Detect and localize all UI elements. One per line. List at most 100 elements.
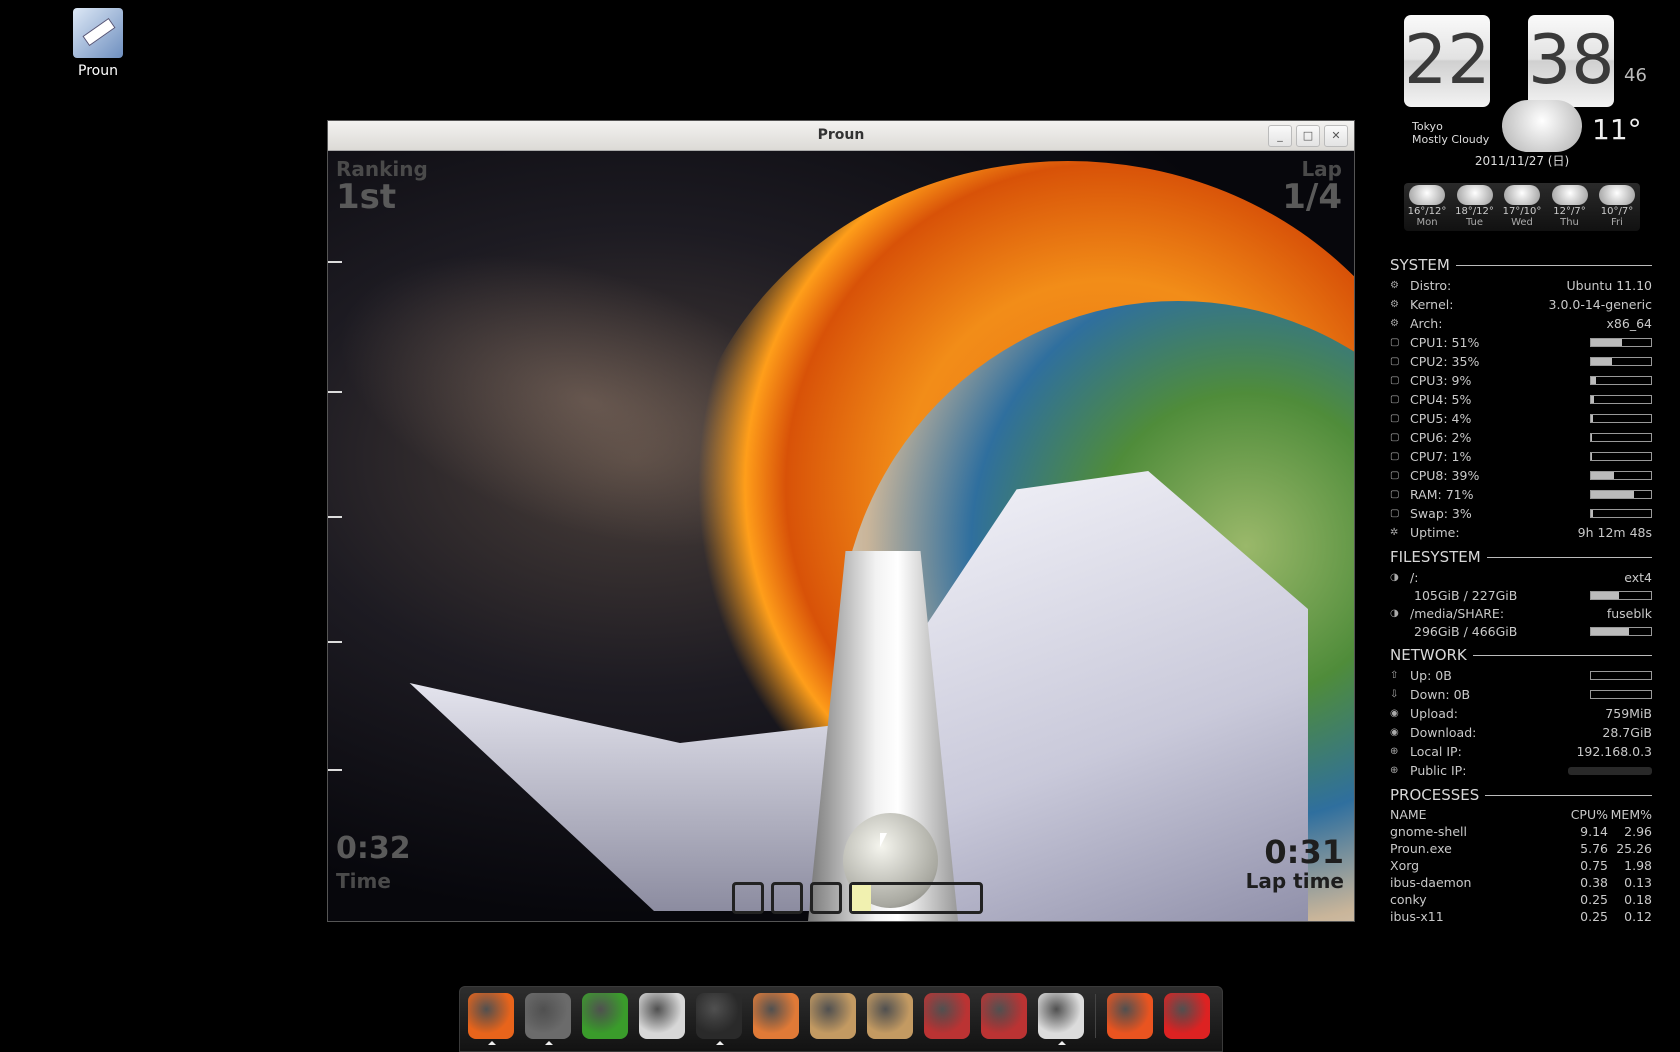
- game-viewport[interactable]: Ranking 1st Lap 1/4 0:32 Time 0:31 Lap t…: [328, 151, 1354, 921]
- desktop-icon-proun[interactable]: Proun: [58, 8, 138, 79]
- terminal-icon[interactable]: [696, 993, 742, 1045]
- arch-label: Arch:: [1410, 316, 1443, 331]
- process-mem: 25.26: [1616, 841, 1652, 856]
- process-name: ibus-x11: [1390, 909, 1444, 924]
- fs-share-usage: 296GiB / 466GiB: [1414, 624, 1518, 639]
- up-arrow-icon: ⇧: [1390, 670, 1399, 681]
- home-folder-icon[interactable]: [753, 993, 799, 1039]
- network-icon: ⊕: [1390, 765, 1399, 776]
- upload-icon[interactable]: [810, 993, 856, 1039]
- fs-share-bar: [1590, 627, 1652, 636]
- chip-icon: ▢: [1390, 394, 1400, 405]
- clock-hours: 22: [1404, 15, 1491, 107]
- process-header: NAME CPU% MEM%: [1390, 807, 1652, 822]
- local-ip-label: Local IP:: [1410, 744, 1462, 759]
- distro-value: Ubuntu 11.10: [1566, 278, 1652, 293]
- chip-icon: ▢: [1390, 451, 1400, 462]
- process-row: ibus-daemon 0.38 0.13: [1390, 874, 1652, 891]
- cpu-usage-label: RAM: 71%: [1410, 487, 1474, 502]
- weather-forecast: 16°/12° Mon 18°/12° Tue 17°/10° Wed 12°/7° T…: [1404, 183, 1640, 231]
- process-cpu: 0.25: [1580, 892, 1608, 907]
- cpu-usage-bar: [1590, 357, 1652, 366]
- process-name: gnome-shell: [1390, 824, 1467, 839]
- forecast-day: 17°/10° Wed: [1499, 183, 1545, 231]
- rain-icon: [1551, 185, 1588, 205]
- shutdown-icon[interactable]: [1164, 993, 1210, 1039]
- desktop-icon-label: Proun: [78, 63, 118, 79]
- public-ip-label: Public IP:: [1410, 763, 1467, 778]
- window-icon[interactable]: [1038, 993, 1084, 1045]
- cpu-usage-label: CPU3: 9%: [1410, 373, 1472, 388]
- system-tools-icon[interactable]: [981, 993, 1027, 1039]
- process-row: Proun.exe 5.76 25.26: [1390, 840, 1652, 857]
- process-cpu: 0.25: [1580, 909, 1608, 924]
- disk-icon: ◑: [1390, 608, 1399, 619]
- lap-progress: [732, 882, 983, 914]
- local-ip-value: 192.168.0.3: [1576, 744, 1652, 759]
- windows-icon[interactable]: [582, 993, 628, 1039]
- download-icon[interactable]: [867, 993, 913, 1039]
- distro-label: Distro:: [1410, 278, 1452, 293]
- time-label: Time: [336, 869, 391, 893]
- gear-icon: ⚙: [1390, 299, 1399, 310]
- sun-cloud-icon: [1504, 185, 1540, 205]
- process-name: ibus-daemon: [1390, 875, 1472, 890]
- cpu-usage-label: CPU6: 2%: [1410, 430, 1472, 445]
- lap-box: [810, 882, 842, 914]
- lap-progress-bar: [849, 882, 983, 914]
- clock-icon: ✲: [1390, 527, 1399, 538]
- network-icon: ⊕: [1390, 746, 1399, 757]
- cpu-usage-row: ▢ CPU4: 5%: [1390, 390, 1652, 409]
- process-mem: 1.98: [1624, 858, 1652, 873]
- weather-temp: 11°: [1592, 113, 1642, 146]
- cpu-usage-bar: [1590, 414, 1652, 423]
- upload-icon: ◉: [1390, 708, 1399, 719]
- maximize-button[interactable]: □: [1296, 125, 1320, 147]
- ubuntu-icon[interactable]: [1107, 993, 1153, 1039]
- cpu-usage-bar: [1590, 509, 1652, 518]
- process-row: conky 0.25 0.18: [1390, 891, 1652, 908]
- upload-label: Upload:: [1410, 706, 1459, 721]
- uptime-value: 9h 12m 48s: [1577, 525, 1652, 540]
- process-cpu: 0.38: [1580, 875, 1608, 890]
- pidgin-icon[interactable]: [525, 993, 571, 1045]
- cpu-usage-row: ▢ CPU2: 35%: [1390, 352, 1652, 371]
- fs-root-usage: 105GiB / 227GiB: [1414, 588, 1518, 603]
- cloudy-icon: [1502, 100, 1582, 152]
- lap-progress-fill: [852, 885, 872, 911]
- process-mem: 0.18: [1624, 892, 1652, 907]
- cpu-usage-bar: [1590, 395, 1652, 404]
- process-row: ibus-x11 0.25 0.12: [1390, 908, 1652, 925]
- track-position-markers: [328, 261, 344, 781]
- cpu-usage-label: CPU4: 5%: [1410, 392, 1472, 407]
- download-label: Download:: [1410, 725, 1477, 740]
- minimize-button[interactable]: _: [1268, 125, 1292, 147]
- proun-app-icon: [73, 8, 123, 58]
- lap-value: 1/4: [1282, 177, 1342, 217]
- cpu-usage-label: CPU2: 35%: [1410, 354, 1480, 369]
- system-section-title: SYSTEM: [1390, 256, 1652, 274]
- ranking-value: 1st: [336, 177, 397, 217]
- close-button[interactable]: ✕: [1324, 125, 1348, 147]
- weather-city: Tokyo: [1412, 120, 1443, 133]
- chip-icon: ▢: [1390, 337, 1400, 348]
- text-editor-icon[interactable]: [639, 993, 685, 1039]
- weather-date: 2011/11/27 (日): [1474, 154, 1570, 168]
- space-shuttle: [368, 471, 1348, 921]
- arch-value: x86_64: [1606, 316, 1652, 331]
- cpu-usage-label: CPU1: 51%: [1410, 335, 1480, 350]
- fs-root-bar: [1590, 591, 1652, 600]
- cpu-usage-row: ▢ RAM: 71%: [1390, 485, 1652, 504]
- process-cpu: 0.75: [1580, 858, 1608, 873]
- settings-icon[interactable]: [924, 993, 970, 1039]
- net-down-label: Down: 0B: [1410, 687, 1471, 702]
- time-value: 0:32: [336, 831, 411, 866]
- cpu-usage-label: CPU8: 39%: [1410, 468, 1480, 483]
- chip-icon: ▢: [1390, 508, 1400, 519]
- window-titlebar[interactable]: Proun _ □ ✕: [328, 121, 1354, 151]
- kernel-label: Kernel:: [1410, 297, 1454, 312]
- firefox-icon[interactable]: [468, 993, 514, 1045]
- lap-time-label: Lap time: [1245, 869, 1344, 893]
- cpu-usage-label: Swap: 3%: [1410, 506, 1472, 521]
- fs-root-label: /:: [1410, 570, 1419, 585]
